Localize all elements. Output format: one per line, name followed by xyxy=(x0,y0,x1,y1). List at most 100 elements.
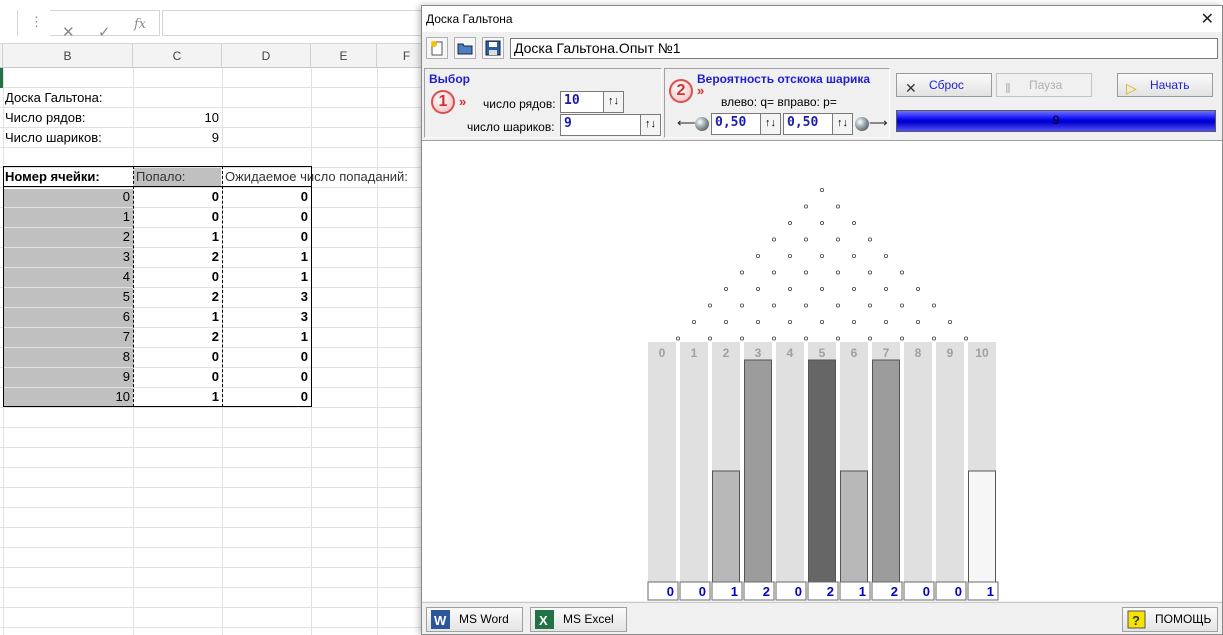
ms-word-button[interactable]: W MS Word xyxy=(426,607,523,632)
peg xyxy=(931,336,936,341)
column-header-B[interactable]: B xyxy=(3,44,133,68)
spinner-arrows-icon[interactable]: ↑↓ xyxy=(640,115,660,135)
peg xyxy=(803,270,808,275)
open-button[interactable] xyxy=(454,37,476,59)
rows-count-label: число рядов: xyxy=(483,97,556,111)
peg xyxy=(723,286,728,291)
bin-label: 6 xyxy=(851,346,858,360)
probability-group-title: Вероятность отскока шарика xyxy=(697,72,871,86)
peg xyxy=(867,270,872,275)
balls-value[interactable]: 9 xyxy=(133,128,222,148)
peg xyxy=(739,270,744,275)
peg xyxy=(964,336,969,341)
bin-label: 5 xyxy=(819,346,826,360)
formula-input[interactable] xyxy=(162,10,422,36)
bin-label: 3 xyxy=(755,346,762,360)
spreadsheet-grid[interactable]: Доска Гальтона: Число рядов: 10 Число ша… xyxy=(0,68,422,635)
play-icon: ▷ xyxy=(1126,80,1137,96)
p-probability-value: 0,50 xyxy=(787,115,819,130)
probability-group: Вероятность отскока шарика 2 » влево: q=… xyxy=(664,68,890,138)
bin-bar xyxy=(872,359,900,583)
window-titlebar[interactable]: Доска Гальтона ✕ xyxy=(422,6,1222,32)
bin-label: 10 xyxy=(975,346,989,360)
rows-label[interactable]: Число рядов: xyxy=(5,108,85,128)
open-folder-icon xyxy=(457,43,473,55)
bin-count-label: 0 xyxy=(699,584,706,599)
ms-excel-label: MS Excel xyxy=(563,612,614,626)
progress-bar: 9 xyxy=(896,110,1216,132)
peg xyxy=(739,336,744,341)
peg xyxy=(835,237,840,242)
save-button[interactable] xyxy=(482,37,504,59)
gridline xyxy=(0,607,422,608)
help-button[interactable]: ? ПОМОЩЬ xyxy=(1122,607,1218,632)
gridline xyxy=(0,487,422,488)
peg xyxy=(915,286,920,291)
insert-function-icon[interactable]: fx xyxy=(134,17,146,32)
bin-label: 0 xyxy=(659,346,666,360)
enter-icon[interactable]: ✓ xyxy=(98,23,111,41)
bin-count-label: 0 xyxy=(795,584,802,599)
new-icon xyxy=(431,41,443,56)
column-header-C[interactable]: C xyxy=(133,44,222,68)
bin-count-label: 0 xyxy=(955,584,962,599)
gridline xyxy=(0,507,422,508)
peg xyxy=(707,336,712,341)
peg xyxy=(819,188,824,193)
close-icon[interactable]: ✕ xyxy=(1201,9,1214,29)
peg xyxy=(755,286,760,291)
peg xyxy=(899,336,904,341)
peg xyxy=(787,221,792,226)
balls-count-spinner[interactable]: 9 ↑↓ xyxy=(560,114,661,136)
peg xyxy=(883,254,888,259)
p-probability-spinner[interactable]: 0,50 ↑↓ xyxy=(783,113,853,135)
arrow-left-icon: ⟵ xyxy=(677,115,696,130)
rows-value[interactable]: 10 xyxy=(133,108,222,128)
q-probability-value: 0,50 xyxy=(715,115,747,130)
rows-count-spinner[interactable]: 10 ↑↓ xyxy=(560,91,624,113)
peg xyxy=(851,286,856,291)
gridline xyxy=(0,627,422,628)
reset-x-icon: ✕ xyxy=(905,80,917,96)
start-button-label: Начать xyxy=(1150,78,1190,92)
probability-label: влево: q= вправо: p= xyxy=(721,95,837,109)
start-button[interactable]: ▷ Начать xyxy=(1117,73,1213,97)
bin-label: 2 xyxy=(723,346,730,360)
ms-excel-button[interactable]: X MS Excel xyxy=(530,607,627,632)
peg xyxy=(883,319,888,324)
spinner-arrows-icon[interactable]: ↑↓ xyxy=(760,114,780,134)
galton-title-label[interactable]: Доска Гальтона: xyxy=(5,88,102,108)
column-header-E[interactable]: E xyxy=(311,44,377,68)
selection-group: Выбор 1 » число рядов: 10 ↑↓ число шарик… xyxy=(424,68,662,138)
cancel-icon[interactable]: ✕ xyxy=(62,23,75,41)
gridline xyxy=(0,407,422,408)
active-cell-indicator xyxy=(0,68,3,88)
peg xyxy=(755,319,760,324)
pause-icon: ‖ xyxy=(1005,80,1011,96)
spinner-arrows-icon[interactable]: ↑↓ xyxy=(832,114,852,134)
reset-button[interactable]: ✕ Сброс xyxy=(896,73,992,97)
chevron-right-icon: » xyxy=(459,94,467,109)
peg xyxy=(851,221,856,226)
peg xyxy=(771,237,776,242)
peg xyxy=(931,303,936,308)
balls-label[interactable]: Число шариков: xyxy=(5,128,102,148)
name-box[interactable] xyxy=(0,10,18,36)
bin-slot xyxy=(936,342,964,582)
bottom-toolbar: W MS Word X MS Excel ? ПОМОЩЬ xyxy=(422,602,1222,634)
peg xyxy=(851,319,856,324)
rows-count-value: 10 xyxy=(564,93,580,108)
experiment-title-field[interactable]: Доска Гальтона.Опыт №1 xyxy=(510,38,1218,59)
bin-bar xyxy=(840,470,868,583)
new-button[interactable] xyxy=(426,37,448,59)
chevron-right-icon: » xyxy=(697,83,705,98)
q-probability-spinner[interactable]: 0,50 ↑↓ xyxy=(711,113,781,135)
galton-board-window: Доска Гальтона ✕ Доска Гальтона.Опыт №1 … xyxy=(421,5,1223,635)
step-2-badge: 2 xyxy=(669,79,693,103)
spinner-arrows-icon[interactable]: ↑↓ xyxy=(603,92,623,112)
column-header-D[interactable]: D xyxy=(222,44,311,68)
bin-bar xyxy=(808,359,836,583)
peg xyxy=(899,303,904,308)
pause-button[interactable]: ‖ Пауза xyxy=(996,73,1092,97)
save-icon xyxy=(485,40,501,56)
